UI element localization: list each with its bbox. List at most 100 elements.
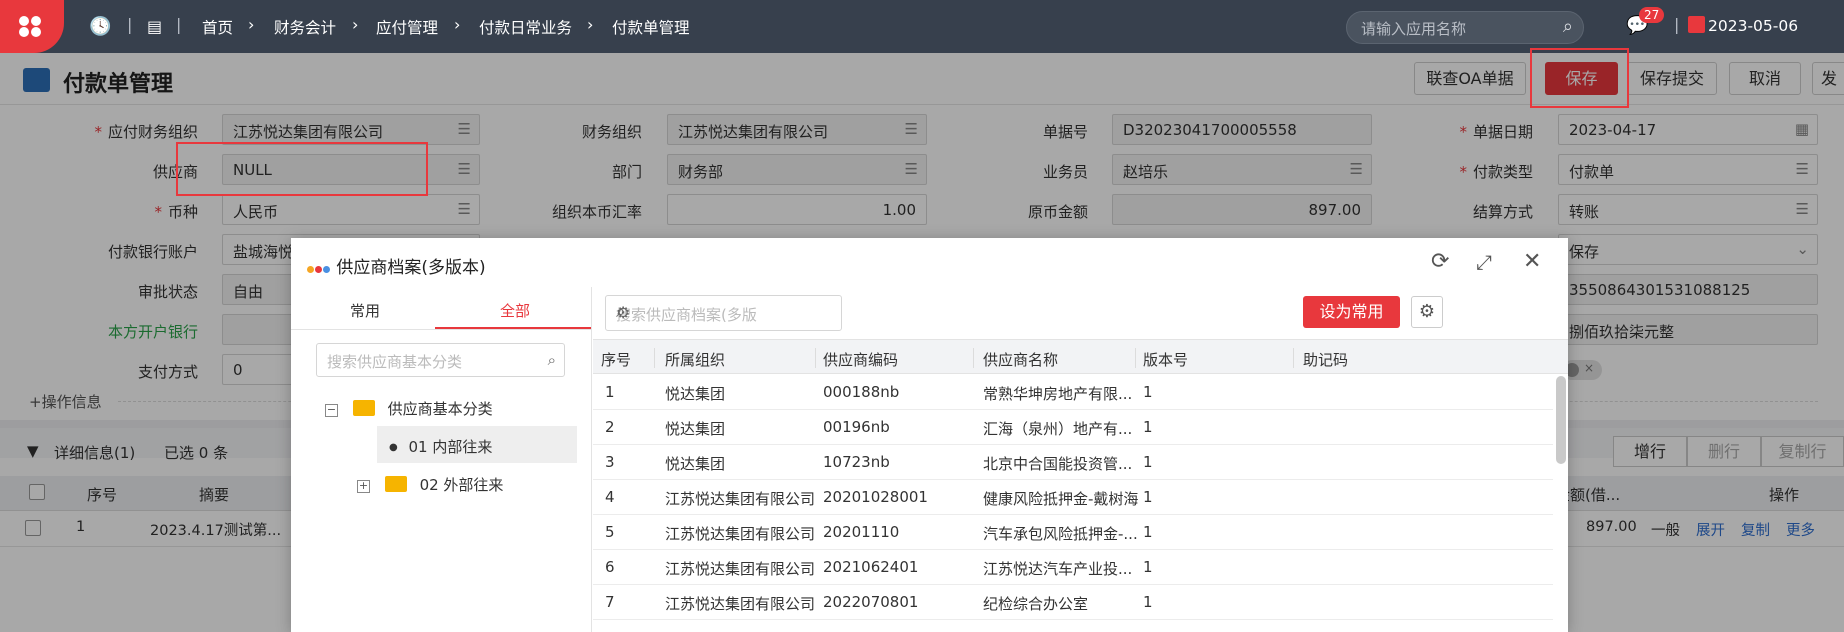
calendar-icon	[1688, 16, 1705, 33]
app-search-input[interactable]: 请输入应用名称 ⌕	[1346, 11, 1584, 44]
cell-code: 2021062401	[823, 558, 919, 576]
expand-icon[interactable]: +	[357, 480, 370, 493]
chevron-right-icon: ›	[248, 15, 255, 34]
tree-node-internal[interactable]: ● 01 内部往来	[389, 436, 492, 457]
table-row[interactable]: 7 江苏悦达集团有限公司 2022070801 纪检综合办公室 1	[593, 585, 1553, 620]
supplier-table-header: 序号 所属组织 供应商编码 供应商名称 版本号 助记码	[593, 339, 1568, 374]
supplier-list-panel: 搜索供应商档案(多版 ⚙ ⌕ 设为常用 ⚙ 序号 所属组织 供应商编码 供应商名…	[593, 287, 1568, 632]
table-row[interactable]: 2 悦达集团 00196nb 汇海（泉州）地产有... 1	[593, 410, 1553, 445]
table-row[interactable]: 5 江苏悦达集团有限公司 20201110 汽车承包风险抵押金-... 1	[593, 515, 1553, 550]
cell-name: 汽车承包风险抵押金-...	[983, 525, 1138, 543]
cell-name: 常熟华坤房地产有限...	[983, 385, 1133, 403]
folder-icon	[384, 476, 407, 492]
table-row[interactable]: 1 悦达集团 000188nb 常熟华坤房地产有限... 1	[593, 375, 1553, 410]
breadcrumb-payable[interactable]: 应付管理	[376, 16, 438, 38]
cell-name: 纪检综合办公室	[983, 595, 1089, 613]
notification-badge: 27	[1639, 7, 1665, 23]
col-version: 版本号	[1143, 351, 1189, 369]
cell-seq: 6	[605, 558, 615, 576]
table-row[interactable]: 6 江苏悦达集团有限公司 2021062401 江苏悦达汽车产业投... 1	[593, 550, 1553, 585]
tab-common[interactable]: 常用	[350, 300, 380, 321]
cell-name: 北京中合国能投资管...	[983, 455, 1133, 473]
divider	[291, 329, 592, 330]
cell-org: 江苏悦达集团有限公司	[665, 525, 816, 543]
table-row[interactable]: 3 悦达集团 10723nb 北京中合国能投资管... 1	[593, 445, 1553, 480]
cell-seq: 1	[605, 383, 615, 401]
cell-name: 健康风险抵押金-戴树海	[983, 490, 1139, 508]
cell-name: 汇海（泉州）地产有...	[983, 420, 1133, 438]
flower-logo-icon	[19, 16, 41, 37]
document-icon[interactable]: ▤	[147, 17, 162, 36]
highlight-box-save	[1530, 48, 1629, 108]
cell-org: 江苏悦达集团有限公司	[665, 595, 816, 613]
search-icon[interactable]: ⌕	[548, 351, 556, 369]
col-divider	[815, 348, 816, 368]
fullscreen-icon[interactable]: ⤢	[1476, 250, 1492, 274]
cell-version: 1	[1143, 523, 1153, 541]
breadcrumb-payment-daily[interactable]: 付款日常业务	[479, 16, 572, 38]
breadcrumb-home[interactable]: 首页	[202, 16, 233, 38]
cell-seq: 2	[605, 418, 615, 436]
scrollbar-thumb[interactable]	[1556, 376, 1566, 464]
col-mnemonic: 助记码	[1303, 351, 1349, 369]
cell-code: 10723nb	[823, 453, 890, 471]
cell-seq: 7	[605, 593, 615, 611]
cell-version: 1	[1143, 558, 1153, 576]
folder-icon	[352, 400, 375, 416]
breadcrumb-payment-mgmt[interactable]: 付款单管理	[612, 16, 690, 38]
cell-org: 悦达集团	[665, 420, 726, 438]
history-clock-icon[interactable]: 🕓	[89, 16, 111, 37]
col-divider	[1135, 348, 1136, 368]
date-text: 2023-05-06	[1708, 17, 1799, 35]
divider: |	[176, 15, 182, 34]
breadcrumb-finance[interactable]: 财务会计	[274, 16, 336, 38]
tree-node-label: 01 内部往来	[408, 438, 493, 456]
cell-version: 1	[1143, 418, 1153, 436]
search-icon[interactable]: ⌕	[1563, 16, 1573, 37]
chevron-right-icon: ›	[454, 15, 461, 34]
col-divider	[654, 348, 655, 368]
tree-node-external[interactable]: + 02 外部往来	[357, 474, 503, 495]
col-divider	[973, 348, 974, 368]
cell-code: 00196nb	[823, 418, 890, 436]
cell-code: 000188nb	[823, 383, 900, 401]
tree-root[interactable]: − 供应商基本分类	[325, 398, 493, 419]
cell-org: 江苏悦达集团有限公司	[665, 560, 816, 578]
col-org: 所属组织	[665, 351, 726, 369]
cell-seq: 3	[605, 453, 615, 471]
divider: |	[1674, 15, 1680, 34]
collapse-icon[interactable]: −	[325, 404, 338, 417]
cell-version: 1	[1143, 593, 1153, 611]
bullet-icon: ●	[389, 442, 398, 453]
search-icon[interactable]: ⌕	[616, 302, 834, 322]
refresh-icon[interactable]: ⟳	[1431, 249, 1449, 274]
highlight-box-supplier	[176, 142, 428, 196]
modal-title-text: 供应商档案(多版本)	[336, 258, 486, 278]
divider: |	[127, 15, 133, 34]
cell-code: 20201028001	[823, 488, 928, 506]
cell-version: 1	[1143, 383, 1153, 401]
cell-seq: 5	[605, 523, 615, 541]
supplier-search-input[interactable]: 搜索供应商档案(多版 ⚙ ⌕	[605, 295, 842, 331]
cell-seq: 4	[605, 488, 615, 506]
app-search-placeholder: 请输入应用名称	[1361, 20, 1467, 38]
col-divider	[1293, 348, 1294, 368]
modal-title: 供应商档案(多版本)	[307, 253, 486, 278]
category-search-placeholder: 搜索供应商基本分类	[327, 353, 463, 371]
chevron-right-icon: ›	[587, 15, 594, 34]
close-icon[interactable]: ✕	[1523, 249, 1541, 274]
tab-all[interactable]: 全部	[500, 300, 530, 321]
col-seq: 序号	[601, 351, 632, 369]
column-settings-icon[interactable]: ⚙	[1411, 296, 1443, 328]
chevron-right-icon: ›	[352, 15, 359, 34]
cell-code: 2022070801	[823, 593, 919, 611]
cell-org: 悦达集团	[665, 455, 726, 473]
cell-version: 1	[1143, 453, 1153, 471]
tree-root-label: 供应商基本分类	[387, 400, 493, 418]
category-search-input[interactable]: 搜索供应商基本分类 ⌕	[316, 343, 565, 377]
set-common-button[interactable]: 设为常用	[1303, 296, 1400, 328]
cell-org: 悦达集团	[665, 385, 726, 403]
table-row[interactable]: 4 江苏悦达集团有限公司 20201028001 健康风险抵押金-戴树海 1	[593, 480, 1553, 515]
col-name: 供应商名称	[983, 351, 1059, 369]
supplier-picker-modal: 供应商档案(多版本) ⟳ ⤢ ✕ 常用 全部 搜索供应商基本分类 ⌕ − 供应商…	[291, 238, 1568, 632]
